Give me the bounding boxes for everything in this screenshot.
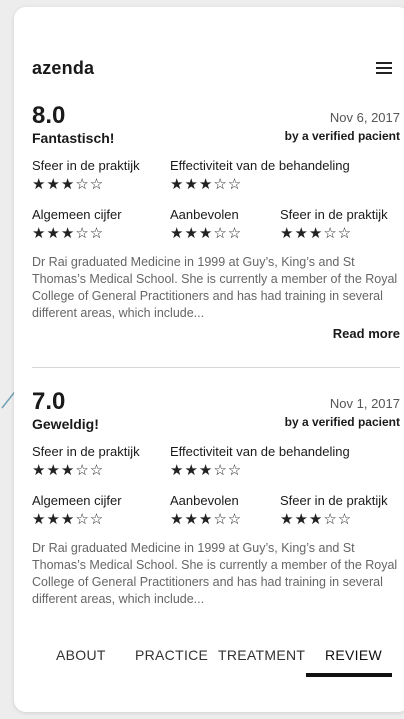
star-rating: ★★★☆☆ — [280, 511, 353, 528]
app-logo: azenda — [32, 57, 95, 78]
rating-row: Algemeen cijfer ★★★☆☆ Aanbevolen ★★★☆☆ S… — [32, 493, 400, 528]
star-rating: ★★★☆☆ — [170, 462, 243, 479]
app-screen: azenda 8.0 Fantastisch! Nov 6, 2017 by a… — [14, 7, 404, 712]
review-description: Dr Rai graduated Medicine in 1999 at Guy… — [32, 541, 398, 606]
tab-review[interactable]: REVIEW — [325, 647, 382, 663]
rating-row: Algemeen cijfer ★★★☆☆ Aanbevolen ★★★☆☆ S… — [32, 207, 400, 242]
review-card: 8.0 Fantastisch! Nov 6, 2017 by a verifi… — [32, 102, 400, 342]
rating-label: Algemeen cijfer — [32, 207, 122, 222]
rating-label: Effectiviteit van de behandeling — [170, 444, 350, 459]
active-tab-indicator — [306, 673, 392, 677]
rating-label: Aanbevolen — [170, 493, 239, 508]
star-rating: ★★★☆☆ — [280, 225, 353, 242]
rating-label: Sfeer in de praktijk — [32, 444, 140, 459]
rating-label: Aanbevolen — [170, 207, 239, 222]
review-score: 8.0 — [32, 102, 66, 129]
bottom-tab-bar: ABOUT PRACTICE TREATMENT REVIEW — [14, 647, 404, 687]
app-header: azenda — [32, 55, 398, 81]
star-rating: ★★★☆☆ — [170, 511, 243, 528]
rating-row: Sfeer in de praktijk ★★★☆☆ Effectiviteit… — [32, 158, 400, 193]
rating-item: Aanbevolen ★★★☆☆ — [170, 493, 280, 528]
star-rating: ★★★☆☆ — [32, 511, 105, 528]
review-author: by a verified pacient — [284, 415, 400, 429]
tab-practice[interactable]: PRACTICE — [135, 647, 208, 663]
star-rating: ★★★☆☆ — [32, 225, 105, 242]
star-rating: ★★★☆☆ — [32, 462, 105, 479]
rating-item: Algemeen cijfer ★★★☆☆ — [32, 207, 170, 242]
review-author: by a verified pacient — [284, 129, 400, 143]
rating-item: Aanbevolen ★★★☆☆ — [170, 207, 280, 242]
review-score: 7.0 — [32, 388, 66, 415]
star-rating: ★★★☆☆ — [170, 225, 243, 242]
review-card: 7.0 Geweldig! Nov 1, 2017 by a verified … — [32, 390, 400, 608]
review-description: Dr Rai graduated Medicine in 1999 at Guy… — [32, 255, 398, 320]
rating-label: Algemeen cijfer — [32, 493, 122, 508]
review-divider — [32, 367, 400, 368]
rating-label: Effectiviteit van de behandeling — [170, 158, 350, 173]
tab-treatment[interactable]: TREATMENT — [218, 647, 305, 663]
rating-label: Sfeer in de praktijk — [280, 207, 388, 222]
rating-label: Sfeer in de praktijk — [280, 493, 388, 508]
rating-item: Effectiviteit van de behandeling ★★★☆☆ — [170, 158, 350, 193]
rating-label: Sfeer in de praktijk — [32, 158, 140, 173]
review-headline: Fantastisch! — [32, 130, 115, 146]
rating-item: Sfeer in de praktijk ★★★☆☆ — [32, 158, 170, 193]
rating-item: Sfeer in de praktijk ★★★☆☆ — [32, 444, 170, 479]
review-date: Nov 1, 2017 — [329, 396, 400, 411]
rating-item: Sfeer in de praktijk ★★★☆☆ — [280, 493, 388, 528]
rating-item: Effectiviteit van de behandeling ★★★☆☆ — [170, 444, 350, 479]
rating-item: Sfeer in de praktijk ★★★☆☆ — [280, 207, 388, 242]
review-headline: Geweldig! — [32, 416, 99, 432]
star-rating: ★★★☆☆ — [32, 176, 105, 193]
tab-about[interactable]: ABOUT — [56, 647, 106, 663]
hamburger-menu-icon[interactable] — [376, 62, 392, 74]
star-rating: ★★★☆☆ — [170, 176, 243, 193]
rating-item: Algemeen cijfer ★★★☆☆ — [32, 493, 170, 528]
review-date: Nov 6, 2017 — [329, 110, 400, 125]
rating-row: Sfeer in de praktijk ★★★☆☆ Effectiviteit… — [32, 444, 400, 479]
read-more-link[interactable]: Read more — [32, 326, 400, 341]
